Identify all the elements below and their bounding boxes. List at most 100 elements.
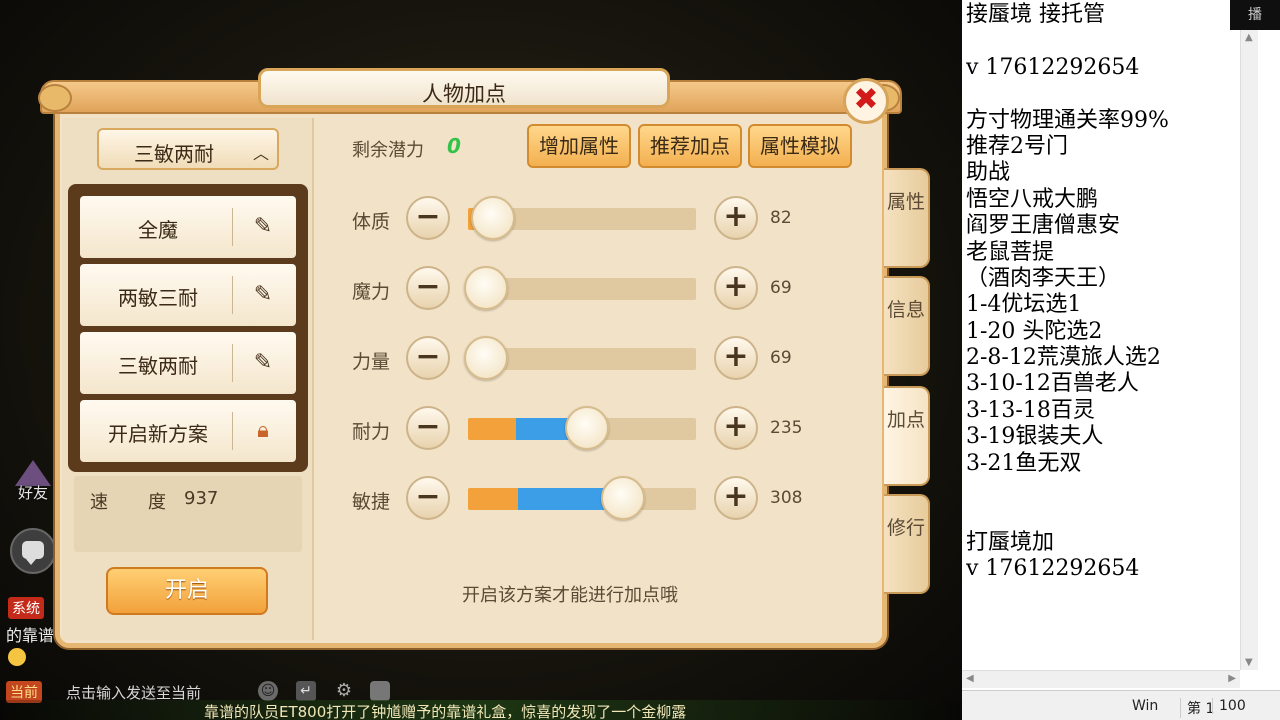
- divider: [232, 276, 233, 314]
- notepad-text-area[interactable]: 接蜃境 接托管 v 17612292654 方寸物理通关率99% 推荐2号门 助战 悟空八…: [966, 2, 1224, 583]
- remaining-points-value: 0: [447, 134, 461, 158]
- attribute-simulate-button[interactable]: 属性模拟: [748, 124, 852, 168]
- notepad-status-bar: Win 第 1 100: [962, 690, 1280, 720]
- notepad-line: 悟空八戒大鹏: [966, 186, 1099, 212]
- tab-add-points[interactable]: 加点: [884, 386, 930, 486]
- notepad-line: 打蜃境加: [966, 529, 1055, 555]
- smiley-icon: [8, 648, 26, 666]
- slider-knob[interactable]: [565, 406, 609, 450]
- scheme-dropdown[interactable]: 三敏两耐 ︿: [97, 128, 279, 170]
- plus-icon[interactable]: +: [714, 336, 758, 380]
- tab-cultivation[interactable]: 修行: [884, 494, 930, 594]
- notepad-line: 3-10-12百兽老人: [966, 371, 1139, 397]
- edit-icon[interactable]: ✎: [248, 212, 278, 242]
- add-attribute-button[interactable]: 增加属性: [527, 124, 631, 168]
- minus-icon[interactable]: −: [406, 336, 450, 380]
- attribute-value: 82: [770, 208, 792, 228]
- notepad-line: 2-8-12荒漠旅人选2: [966, 345, 1161, 371]
- minus-icon[interactable]: −: [406, 406, 450, 450]
- divider: [232, 412, 233, 450]
- broadcast-ticker: 靠谱的队员ET800打开了钟馗赠予的靠谱礼盒，惊喜的发现了一个金柳露: [0, 700, 962, 720]
- friends-label: 好友: [17, 484, 48, 502]
- scheme-item-liangmin[interactable]: 两敏三耐 ✎: [80, 264, 296, 326]
- friends-button[interactable]: 好友: [8, 460, 58, 506]
- scroll-up-icon[interactable]: ▲: [1245, 32, 1253, 43]
- cursor-position-status: 第 1: [1180, 698, 1214, 718]
- divider: [232, 208, 233, 246]
- scheme-item-sanmin[interactable]: 三敏两耐 ✎: [80, 332, 296, 394]
- notepad-line: 推荐2号门: [966, 133, 1068, 159]
- scheme-list: 全魔 ✎ 两敏三耐 ✎ 三敏两耐 ✎ 开启新方案 🔒︎: [68, 184, 308, 472]
- scheme-dropdown-value: 三敏两耐: [134, 142, 214, 166]
- scroll-ornament-left: [38, 84, 72, 112]
- attribute-value: 308: [770, 488, 803, 508]
- scheme-item-label: 三敏两耐: [118, 354, 198, 378]
- scroll-left-icon[interactable]: ◀: [966, 673, 974, 684]
- plus-icon[interactable]: +: [714, 406, 758, 450]
- notepad-line: 方寸物理通关率99%: [966, 107, 1169, 133]
- scroll-down-icon[interactable]: ▼: [1245, 657, 1253, 668]
- notepad-line: 阎罗王唐僧惠安: [966, 213, 1121, 239]
- notepad-titlebar: 播: [1230, 0, 1280, 30]
- plus-icon[interactable]: +: [714, 266, 758, 310]
- notepad-line: [966, 81, 1224, 107]
- slider-knob[interactable]: [464, 336, 508, 380]
- slider-fill-base: [468, 418, 516, 440]
- scheme-notice: 开启该方案才能进行加点哦: [462, 585, 678, 606]
- attribute-slider-track[interactable]: [468, 488, 696, 510]
- panel-title-plate: 人物加点: [258, 68, 670, 108]
- notepad-line: 1-4优坛选1: [966, 292, 1082, 318]
- attribute-label: 力量: [352, 351, 391, 373]
- slider-knob[interactable]: [601, 476, 645, 520]
- chat-message: 的靠谱: [6, 626, 55, 645]
- scroll-right-icon[interactable]: ▶: [1228, 673, 1236, 684]
- chat-bubble-icon: [22, 541, 44, 565]
- notepad-line: 3-13-18百灵: [966, 397, 1095, 423]
- slider-knob[interactable]: [464, 266, 508, 310]
- notepad-line: 1-20 头陀选2: [966, 318, 1103, 344]
- gear-icon[interactable]: ⚙: [334, 681, 354, 701]
- minus-icon[interactable]: −: [406, 196, 450, 240]
- tab-attributes[interactable]: 属性: [884, 168, 930, 268]
- vertical-scrollbar[interactable]: ▲ ▼: [1240, 30, 1258, 670]
- recommend-points-button[interactable]: 推荐加点: [638, 124, 742, 168]
- tab-info[interactable]: 信息: [884, 276, 930, 376]
- close-button[interactable]: ✖: [843, 78, 889, 124]
- notepad-line: 3-19银装夫人: [966, 424, 1104, 450]
- remaining-points-label: 剩余潜力: [352, 140, 424, 161]
- notepad-line: [966, 503, 1224, 529]
- plus-icon[interactable]: +: [714, 476, 758, 520]
- scheme-item-quanmo[interactable]: 全魔 ✎: [80, 196, 296, 258]
- attribute-label: 敏捷: [352, 491, 391, 513]
- lock-icon: 🔒︎: [257, 418, 269, 443]
- edit-icon[interactable]: ✎: [248, 348, 278, 378]
- divider: [232, 344, 233, 382]
- minus-icon[interactable]: −: [406, 476, 450, 520]
- attribute-label: 耐力: [352, 421, 391, 443]
- attribute-value: 69: [770, 348, 792, 368]
- notepad-line: v 17612292654: [966, 556, 1140, 582]
- plus-icon[interactable]: +: [714, 196, 758, 240]
- zoom-status: 100: [1212, 698, 1246, 714]
- attribute-row: 魔力 − +69: [340, 264, 810, 314]
- attribute-row: 体质 − +82: [340, 194, 810, 244]
- speed-stat: 速度 937: [74, 476, 302, 552]
- attribute-row: 敏捷 − +308: [340, 474, 810, 524]
- attribute-value: 69: [770, 278, 792, 298]
- notepad-line: v 17612292654: [966, 54, 1140, 80]
- camera-icon[interactable]: [370, 681, 390, 701]
- horizontal-scrollbar[interactable]: ◀ ▶: [962, 670, 1240, 688]
- speed-value: 937: [184, 488, 219, 509]
- scheme-item-new[interactable]: 开启新方案 🔒︎: [80, 400, 296, 462]
- minus-icon[interactable]: −: [406, 266, 450, 310]
- slider-fill-base: [468, 488, 518, 510]
- enable-scheme-button[interactable]: 开启: [106, 567, 268, 615]
- attribute-row: 力量 − +69: [340, 334, 810, 384]
- emoji-icon[interactable]: ☺: [258, 681, 278, 701]
- attribute-label: 魔力: [352, 281, 391, 303]
- attribute-row: 耐力 − +235: [340, 404, 810, 454]
- slider-knob[interactable]: [471, 196, 515, 240]
- chat-bubble-button[interactable]: [10, 528, 56, 574]
- edit-icon[interactable]: ✎: [248, 280, 278, 310]
- send-icon[interactable]: ↵: [296, 681, 316, 701]
